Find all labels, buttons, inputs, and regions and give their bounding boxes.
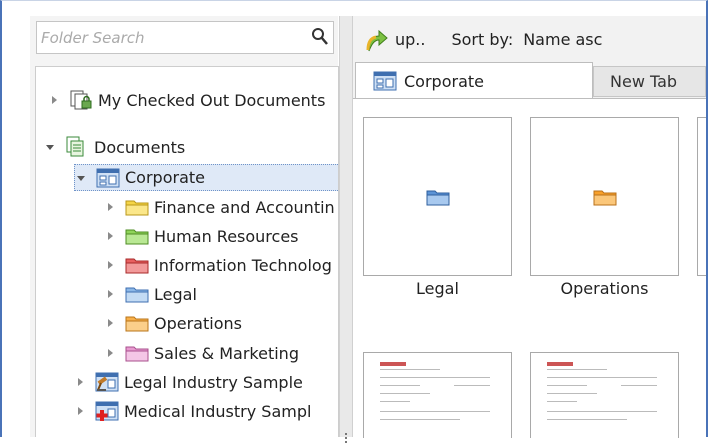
folder-search-input[interactable] xyxy=(41,26,303,50)
expand-arrow-icon[interactable] xyxy=(104,287,118,301)
folder-yellow-icon xyxy=(125,200,149,216)
thumbnail-label-operations: Operations xyxy=(560,279,649,298)
medical-industry-icon xyxy=(95,401,119,421)
document-thumbnail[interactable] xyxy=(363,352,512,438)
tab-new-tab[interactable]: New Tab xyxy=(593,66,706,97)
up-label: up.. xyxy=(395,29,426,49)
tab-corporate[interactable]: Corporate xyxy=(355,62,593,99)
tree-item-legal-industry-sample[interactable]: Legal Industry Sample xyxy=(74,369,303,395)
expand-arrow-icon[interactable] xyxy=(104,258,118,272)
tree-item-label: My Checked Out Documents xyxy=(98,90,326,110)
tree-item-corporate[interactable]: Corporate xyxy=(74,164,338,191)
document-thumbnail[interactable] xyxy=(530,352,679,438)
tree-item-operations[interactable]: Operations xyxy=(104,310,242,336)
tree-item-finance[interactable]: Finance and Accountin xyxy=(104,194,335,220)
expand-arrow-icon[interactable] xyxy=(104,316,118,330)
tree-item-my-checked-out[interactable]: My Checked Out Documents xyxy=(48,87,325,113)
tree-item-label: Human Resources xyxy=(154,226,299,246)
sort-by-label: Sort by: xyxy=(451,29,514,49)
tree-item-label: Documents xyxy=(94,137,186,157)
splitter-grip-icon[interactable] xyxy=(343,432,349,446)
tab-strip: Corporate New Tab xyxy=(355,62,706,99)
folder-blue-icon xyxy=(125,287,149,303)
tree-item-label: Medical Industry Sampl xyxy=(124,401,312,421)
folder-red-icon xyxy=(125,258,149,274)
legal-industry-icon xyxy=(95,372,119,392)
corporate-cabinet-icon xyxy=(96,168,120,187)
tree-item-label: Legal xyxy=(154,284,197,304)
tree-item-label: Sales & Marketing xyxy=(154,343,299,363)
tree-item-information-technology[interactable]: Information Technolog xyxy=(104,252,332,278)
expand-arrow-icon[interactable] xyxy=(104,346,118,360)
expand-arrow-icon[interactable] xyxy=(74,404,88,418)
folder-green-icon xyxy=(125,229,149,245)
sort-by-value[interactable]: Name asc xyxy=(523,30,602,49)
tree-item-human-resources[interactable]: Human Resources xyxy=(104,223,299,249)
content-toolbar: up.. Sort by: Name asc xyxy=(353,22,706,56)
corporate-cabinet-icon xyxy=(373,71,397,91)
expand-arrow-icon[interactable] xyxy=(74,375,88,389)
collapse-arrow-icon[interactable] xyxy=(44,140,58,154)
up-arrow-icon xyxy=(366,29,388,52)
folder-search-box[interactable] xyxy=(36,21,334,54)
expand-arrow-icon[interactable] xyxy=(48,93,62,107)
folder-orange-icon xyxy=(125,316,149,332)
folder-tree: My Checked Out Documents Documents Corpo… xyxy=(35,66,339,437)
collapse-arrow-icon[interactable] xyxy=(75,171,89,185)
expand-arrow-icon[interactable] xyxy=(104,229,118,243)
tree-item-documents[interactable]: Documents xyxy=(44,134,185,160)
document-logo-icon xyxy=(547,362,573,366)
folder-blue-icon xyxy=(426,190,450,206)
thumbnail-operations[interactable] xyxy=(530,117,679,276)
tree-item-label: Information Technolog xyxy=(154,255,332,275)
thumbnail-legal[interactable] xyxy=(363,117,512,276)
document-logo-icon xyxy=(380,362,406,366)
tree-item-label: Finance and Accountin xyxy=(154,197,335,217)
up-button[interactable]: up.. xyxy=(365,26,425,52)
tree-item-legal[interactable]: Legal xyxy=(104,281,197,307)
folder-pink-icon xyxy=(125,346,149,362)
pane-splitter[interactable] xyxy=(339,16,353,443)
folder-orange-icon xyxy=(593,190,617,206)
checked-out-documents-icon xyxy=(70,90,92,110)
thumbnail-grid: Legal Operations xyxy=(353,98,706,438)
thumbnail-label-legal: Legal xyxy=(416,279,459,298)
documents-icon xyxy=(66,136,84,157)
thumbnail-partial[interactable] xyxy=(697,117,706,276)
tree-item-label: Operations xyxy=(154,313,242,333)
tab-label: New Tab xyxy=(610,72,678,91)
tree-item-medical-industry-sample[interactable]: Medical Industry Sampl xyxy=(74,398,311,424)
tree-item-label: Corporate xyxy=(125,168,205,187)
tree-item-label: Legal Industry Sample xyxy=(124,372,303,392)
expand-arrow-icon[interactable] xyxy=(104,200,118,214)
tree-item-sales-marketing[interactable]: Sales & Marketing xyxy=(104,340,299,366)
tab-label: Corporate xyxy=(404,71,484,91)
search-icon[interactable] xyxy=(311,27,329,47)
